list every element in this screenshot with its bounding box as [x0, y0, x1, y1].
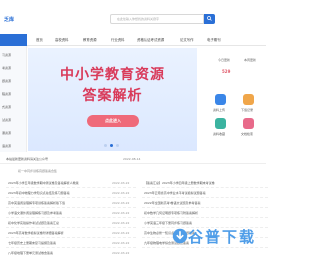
list-item-date: 2022-03-22	[112, 231, 130, 235]
list-item-date: 2022-03-22	[112, 181, 130, 185]
sidebar-item[interactable]: 语资源	[2, 144, 11, 148]
list-item-date: 2022-03-22	[112, 221, 130, 225]
list-item-title[interactable]: 2022年全国新高考I卷语文试题及参考答案	[144, 201, 240, 205]
list-item[interactable]: 初中数学几何证明题专项练习附答案解析	[142, 208, 268, 218]
list-item-date: 2022-03-22	[112, 191, 130, 195]
quick-label[interactable]: 下载记录	[241, 108, 253, 112]
list-item[interactable]: 小学语文课外阅读理解练习题及参考答案 2022-03-22	[6, 208, 136, 218]
search-doc-icon[interactable]	[243, 118, 254, 129]
list-item[interactable]: 2023年高考数学模拟试卷附详细答案解析 2022-03-22	[6, 228, 136, 238]
sidebar-item[interactable]: 式资源	[2, 105, 11, 109]
list-item-title[interactable]: 2023年小学五年级数学期中测试卷及答案解析人教版	[8, 181, 108, 185]
carousel-dot-active[interactable]	[110, 144, 113, 147]
carousel-dot[interactable]	[104, 144, 107, 147]
list-item-date: 2022-03-22	[112, 241, 130, 245]
search-input[interactable]: 在此处输入你想找的资料关键字	[110, 14, 204, 24]
list-item[interactable]: 2023年小学五年级数学期中测试卷及答案解析人教版 2022-03-22	[6, 178, 136, 188]
list-item-title[interactable]: 2023年云南省高中学业水平考试模拟试题答案	[144, 191, 240, 195]
list-item-title[interactable]: 2023年高考数学模拟试卷附详细答案解析	[8, 231, 108, 235]
sidebar-item[interactable]: 题资源	[2, 79, 11, 83]
category-sidebar: 习资源 考资源 题资源 程资源 式资源 试资源 课资源 语资源	[0, 46, 27, 152]
quick-label[interactable]: 资料收藏	[213, 132, 225, 136]
banner-subtitle: 答案解析	[82, 88, 143, 104]
nav-item-home[interactable]: 首页	[36, 37, 43, 42]
list-item[interactable]: 2023年初中物理力学知识点总结及练习题答案 2022-03-22	[6, 188, 136, 198]
search-placeholder: 在此处输入你想找的资料关键字	[117, 17, 160, 21]
stat-label: 本周更新	[244, 58, 257, 62]
nav-item-thesis[interactable]: 论文写作	[180, 37, 194, 42]
list-item-date: 2022-03-22	[112, 251, 130, 255]
nav-item-education[interactable]: 教育资源	[83, 37, 97, 42]
list-item-title[interactable]: 【答案汇总】2023年小学四年级上册数学期末考试卷	[144, 181, 240, 185]
download-arrow-icon	[172, 228, 188, 244]
list-item-title[interactable]: 初中数学几何证明题专项练习附答案解析	[144, 211, 240, 215]
list-heading-text: 初一中同步训练真题答案合集	[18, 169, 58, 173]
list-item-title[interactable]: 小学语文课外阅读理解练习题及参考答案	[8, 211, 108, 215]
list-item-date: 2022-03-22	[112, 211, 130, 215]
list-item[interactable]: 初中化学实验操作考试试题及答案汇总 2022-03-22	[6, 218, 136, 228]
nav-item-journal[interactable]: 电子期刊	[207, 37, 221, 42]
sidebar-item[interactable]: 考资源	[2, 66, 11, 70]
notice-text[interactable]: 本站最新更新资料请关注公众号	[6, 157, 48, 161]
quick-label[interactable]: 资料上传	[213, 108, 225, 112]
notice-bar: 本站最新更新资料请关注公众号 2022-08-14	[0, 154, 266, 164]
list-item[interactable]: 2022年全国新高考I卷语文试题及参考答案	[142, 198, 268, 208]
search-button[interactable]	[204, 14, 215, 24]
list-item-title[interactable]: 2023年初中物理力学知识点总结及练习题答案	[8, 191, 108, 195]
site-header: 乏库 在此处输入你想找的资料关键字	[0, 0, 266, 34]
watermark-logo: 谷普下载	[170, 222, 266, 257]
notice-date: 2022-08-14	[123, 157, 141, 161]
nav-item-certification[interactable]: 资格认证考试资源	[137, 37, 164, 42]
carousel-dot[interactable]	[116, 144, 119, 147]
main-nav: 首页 高校资料 教育资源 行业资料 资格认证考试资源 论文写作 电子期刊	[0, 34, 266, 46]
list-item-title[interactable]: 初中化学实验操作考试试题及答案汇总	[8, 221, 108, 225]
collect-icon[interactable]	[215, 118, 226, 129]
upload-icon[interactable]	[215, 94, 226, 105]
search-icon	[207, 16, 212, 21]
sidebar-item[interactable]: 程资源	[2, 92, 11, 96]
promo-banner[interactable]: 中小学教育资源 答案解析 点此进入	[28, 48, 197, 151]
list-item[interactable]: 八年级地理下册单元测试卷含答案 2022-03-22	[6, 248, 136, 257]
banner-title: 中小学教育资源	[60, 67, 165, 83]
quick-label[interactable]: 文档检索	[241, 132, 253, 136]
stat-label: 今日更新	[218, 58, 231, 62]
category-menu-button[interactable]	[0, 34, 27, 46]
sidebar-item[interactable]: 习资源	[2, 53, 11, 57]
watermark-text: 谷普下载	[188, 228, 257, 246]
quick-links: 资料上传 下载记录 资料收藏 文档检索	[200, 90, 266, 150]
list-item[interactable]: 高中英语阅读理解专项训练答案解析版下载 2022-03-22	[6, 198, 136, 208]
list-item-title[interactable]: 七年级历史上册期末复习提纲及答案	[8, 241, 108, 245]
download-icon[interactable]	[243, 94, 254, 105]
sidebar-item[interactable]: 试资源	[2, 118, 11, 122]
stat-value: 529	[222, 69, 231, 74]
nav-item-college[interactable]: 高校资料	[55, 37, 69, 42]
list-item-date: 2022-03-22	[112, 201, 130, 205]
banner-enter-button[interactable]: 点此进入	[87, 115, 139, 127]
list-heading: 初一中同步训练真题答案合集	[0, 167, 266, 175]
sidebar-item[interactable]: 课资源	[2, 131, 11, 135]
nav-item-industry[interactable]: 行业资料	[111, 37, 125, 42]
site-logo[interactable]: 乏库	[4, 16, 14, 23]
list-item-title[interactable]: 高中英语阅读理解专项训练答案解析版下载	[8, 201, 108, 205]
list-item[interactable]: 七年级历史上册期末复习提纲及答案 2022-03-22	[6, 238, 136, 248]
list-item-title[interactable]: 八年级地理下册单元测试卷含答案	[8, 251, 108, 255]
list-item[interactable]: 【答案汇总】2023年小学四年级上册数学期末考试卷	[142, 178, 268, 188]
update-stats: 今日更新 529 本周更新	[200, 48, 266, 86]
list-item[interactable]: 2023年云南省高中学业水平考试模拟试题答案	[142, 188, 268, 198]
